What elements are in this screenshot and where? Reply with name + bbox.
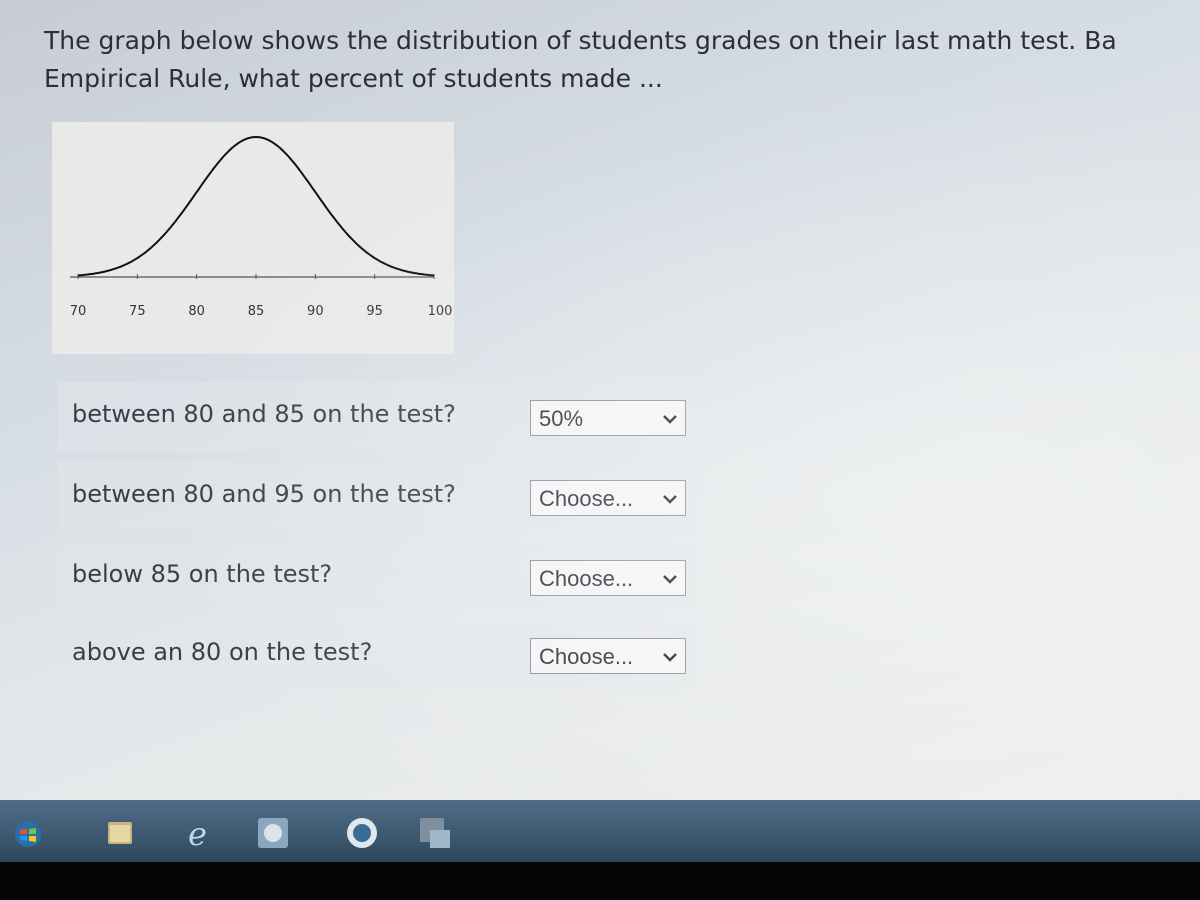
- question-line-2: Empirical Rule, what percent of students…: [44, 64, 663, 93]
- answer-dropdown[interactable]: Choose...: [530, 638, 686, 674]
- x-tick-label: 90: [307, 304, 324, 319]
- x-tick-label: 70: [70, 304, 87, 319]
- svg-text:e: e: [188, 815, 207, 852]
- answer-dropdown[interactable]: Choose...: [530, 560, 686, 596]
- dropdown-selected-value: 50%: [539, 406, 584, 431]
- screen-bezel: [0, 862, 1200, 900]
- x-tick-label: 100: [428, 304, 453, 319]
- question-label: between 80 and 95 on the test?: [72, 480, 456, 508]
- answer-dropdown[interactable]: 50%: [530, 400, 686, 436]
- bell-curve-chart: 70 75 80 85 90 95 100: [70, 135, 453, 319]
- chevron-down-icon: [663, 653, 677, 662]
- answer-dropdown[interactable]: Choose...: [530, 480, 686, 516]
- bell-curve-line: [77, 135, 435, 277]
- chevron-down-icon: [663, 415, 677, 424]
- distribution-graph: 70 75 80 85 90 95 100: [52, 122, 454, 354]
- start-orb-icon[interactable]: [8, 812, 48, 852]
- language-bar-icon[interactable]: [414, 812, 454, 852]
- question-label: above an 80 on the test?: [72, 638, 373, 666]
- question-label: between 80 and 85 on the test?: [72, 400, 456, 428]
- question-text: The graph below shows the distribution o…: [44, 22, 1194, 98]
- x-tick-label: 95: [366, 304, 383, 319]
- question-row-3: below 85 on the test? Choose...: [58, 542, 698, 612]
- question-row-2: between 80 and 95 on the test? Choose...: [58, 462, 698, 532]
- screen: The graph below shows the distribution o…: [0, 0, 1200, 900]
- chevron-down-icon: [663, 495, 677, 504]
- question-row-4: above an 80 on the test? Choose...: [58, 620, 698, 690]
- quiz-page: The graph below shows the distribution o…: [0, 0, 1200, 830]
- internet-explorer-icon[interactable]: e: [180, 812, 220, 852]
- taskbar: e: [0, 800, 1200, 862]
- notes-app-icon[interactable]: [252, 812, 292, 852]
- dropdown-selected-value: Choose...: [539, 566, 634, 591]
- question-line-1: The graph below shows the distribution o…: [44, 26, 1117, 55]
- x-tick-label: 75: [129, 304, 146, 319]
- x-tick-label: 85: [248, 304, 265, 319]
- x-tick-label: 80: [188, 304, 205, 319]
- windows-explorer-icon[interactable]: [100, 812, 140, 852]
- dropdown-selected-value: Choose...: [539, 486, 634, 511]
- chevron-down-icon: [663, 575, 677, 584]
- dropdown-selected-value: Choose...: [539, 644, 634, 669]
- question-label: below 85 on the test?: [72, 560, 333, 588]
- media-player-icon[interactable]: [342, 812, 382, 852]
- question-row-1: between 80 and 85 on the test? 50%: [58, 382, 698, 452]
